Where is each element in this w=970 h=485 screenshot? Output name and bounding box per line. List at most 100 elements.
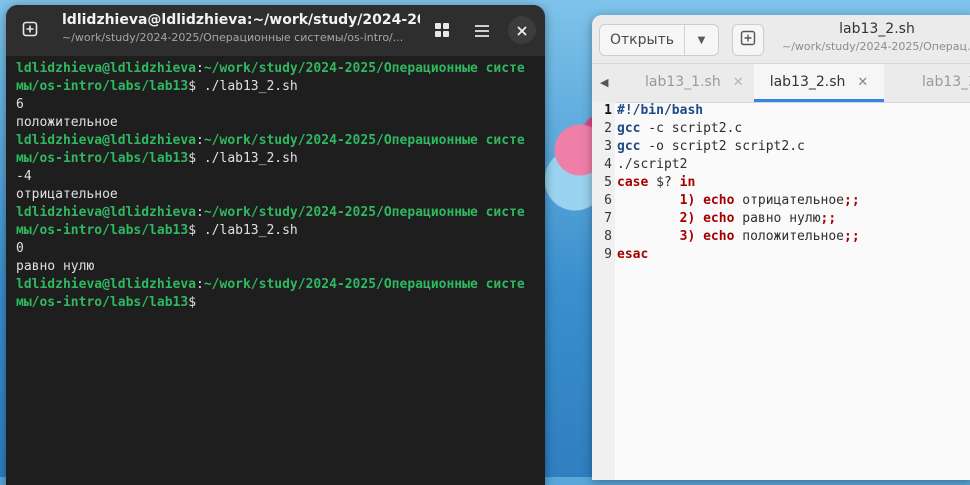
open-button-label[interactable]: Открыть	[600, 25, 685, 55]
code-line[interactable]: 1) echo отрицательное;;	[617, 192, 860, 210]
code-token: положительное	[734, 229, 844, 244]
main-menu-button[interactable]	[468, 17, 496, 45]
new-document-button[interactable]	[732, 24, 764, 56]
code-token: echo	[703, 193, 735, 208]
close-icon	[517, 21, 527, 40]
scroll-left-icon[interactable]: ◀	[600, 76, 608, 89]
tab-close-icon[interactable]: ✕	[857, 75, 868, 90]
prompt-path: мы/os-intro/labs/lab13	[16, 223, 189, 238]
output-text: -4	[16, 169, 32, 184]
terminal-output-line: -4	[16, 168, 536, 186]
prompt-user: ldlidzhieva@ldlidzhieva	[16, 205, 197, 220]
open-dropdown-button[interactable]: ▼	[685, 25, 718, 55]
new-tab-button[interactable]	[16, 17, 44, 45]
tab-lab13-3[interactable]: lab13_3	[922, 64, 970, 100]
prompt-separator: :	[196, 133, 204, 148]
terminal-prompt-line: мы/os-intro/labs/lab13$ ./lab13_2.sh	[16, 150, 536, 168]
code-token: равно нулю	[734, 211, 821, 226]
prompt-user: ldlidzhieva@ldlidzhieva	[16, 133, 197, 148]
code-token: in	[679, 175, 696, 190]
code-line[interactable]: gcc -o script2 script2.c	[617, 138, 860, 156]
prompt-command: $	[188, 295, 204, 310]
tab-lab13-1[interactable]: lab13_1.sh ✕	[645, 64, 744, 100]
code-view[interactable]: 123456789 #!/bin/bash gcc -c script2.c gcc…	[592, 102, 970, 480]
prompt-separator: :	[196, 205, 204, 220]
tab-lab13-2[interactable]: lab13_2.sh ✕	[754, 64, 884, 102]
menu-icon	[475, 22, 489, 41]
code-token: echo	[703, 211, 735, 226]
code-token: echo	[703, 229, 735, 244]
editor-subtitle: ~/work/study/2024-2025/Операц...	[782, 40, 970, 53]
line-number: 7	[604, 211, 612, 226]
terminal-output-line: отрицательное	[16, 186, 536, 204]
output-text: положительное	[16, 115, 118, 130]
prompt-command: $ ./lab13_2.sh	[188, 151, 298, 166]
terminal-window: ldlidzhieva@ldlidzhieva:~/work/study/202…	[6, 5, 545, 485]
prompt-path: мы/os-intro/labs/lab13	[16, 79, 189, 94]
code-line[interactable]: case $? in	[617, 174, 860, 192]
text-editor-window: Открыть ▼ lab13_2.sh ~/work/study/2024-2…	[592, 15, 970, 480]
code-token: gcc	[617, 121, 641, 136]
code-token: ;;	[844, 229, 860, 244]
tab-label: lab13_3	[922, 74, 970, 90]
terminal-prompt-line: ldlidzhieva@ldlidzhieva:~/work/study/202…	[16, 276, 536, 294]
prompt-path: мы/os-intro/labs/lab13	[16, 151, 189, 166]
output-text: равно нулю	[16, 259, 95, 274]
tab-overview-button[interactable]	[428, 17, 456, 45]
code-line[interactable]: #!/bin/bash	[617, 102, 860, 120]
code-token: esac	[617, 247, 649, 262]
terminal-title: ldlidzhieva@ldlidzhieva:~/work/study/202…	[62, 12, 420, 28]
terminal-output[interactable]: ldlidzhieva@ldlidzhieva:~/work/study/202…	[6, 56, 545, 312]
terminal-output-line: положительное	[16, 114, 536, 132]
code-token: ;;	[844, 193, 860, 208]
code-line[interactable]: 3) echo положительное;;	[617, 228, 860, 246]
prompt-separator: :	[196, 277, 204, 292]
tab-label: lab13_1.sh	[645, 74, 721, 90]
prompt-separator: :	[196, 61, 204, 76]
prompt-path: ~/work/study/2024-2025/Операционные сист…	[203, 277, 525, 292]
output-text: 0	[16, 241, 24, 256]
tab-label: lab13_2.sh	[769, 74, 846, 90]
terminal-output-line: 0	[16, 240, 536, 258]
code-token: -c script2.c	[640, 121, 743, 136]
chevron-down-icon: ▼	[697, 34, 706, 46]
terminal-output-line: равно нулю	[16, 258, 536, 276]
prompt-path: ~/work/study/2024-2025/Операционные сист…	[203, 133, 525, 148]
prompt-path: ~/work/study/2024-2025/Операционные сист…	[203, 61, 525, 76]
line-number: 9	[604, 247, 612, 262]
code-token: #!/bin/bash	[617, 103, 704, 118]
terminal-output-line: 6	[16, 96, 536, 114]
code-line[interactable]: ./script2	[617, 156, 860, 174]
code-token: $?	[648, 175, 680, 190]
output-text: отрицательное	[16, 187, 118, 202]
code-token: 3)	[679, 229, 696, 244]
tab-bar: ◀ lab13_1.sh ✕ lab13_2.sh ✕ lab13_3	[592, 64, 970, 103]
open-button[interactable]: Открыть ▼	[599, 24, 719, 56]
grid-icon	[435, 22, 449, 41]
code-token: ./script2	[617, 157, 688, 172]
terminal-prompt-line: мы/os-intro/labs/lab13$ ./lab13_2.sh	[16, 222, 536, 240]
line-number: 5	[604, 175, 612, 190]
close-button[interactable]	[508, 16, 536, 44]
terminal-prompt-line: ldlidzhieva@ldlidzhieva:~/work/study/202…	[16, 132, 536, 150]
code-line[interactable]: 2) echo равно нулю;;	[617, 210, 860, 228]
line-number: 2	[604, 121, 612, 136]
code-token: отрицательное	[734, 193, 844, 208]
tab-close-icon[interactable]: ✕	[733, 75, 744, 90]
terminal-prompt-line: мы/os-intro/labs/lab13$ ./lab13_2.sh	[16, 78, 536, 96]
code-token: case	[617, 175, 649, 190]
code-line[interactable]: esac	[617, 246, 860, 264]
prompt-user: ldlidzhieva@ldlidzhieva	[16, 277, 197, 292]
code-token: 2)	[679, 211, 696, 226]
editor-title-group: lab13_2.sh ~/work/study/2024-2025/Операц…	[782, 21, 970, 53]
terminal-subtitle: ~/work/study/2024-2025/Операционные сист…	[62, 31, 404, 44]
line-number: 3	[604, 139, 612, 154]
code-text[interactable]: #!/bin/bash gcc -c script2.c gcc -o script…	[615, 102, 860, 480]
code-line[interactable]: gcc -c script2.c	[617, 120, 860, 138]
output-text: 6	[16, 97, 24, 112]
